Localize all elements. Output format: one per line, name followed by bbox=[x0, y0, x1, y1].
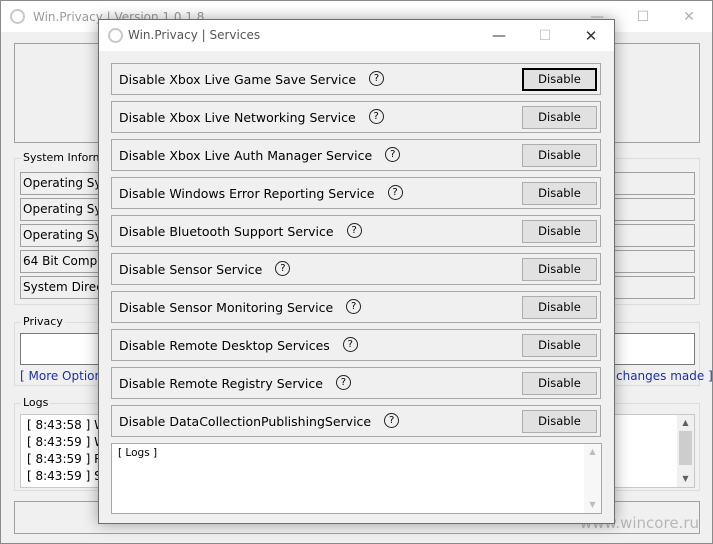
service-label: Disable Remote Desktop Services bbox=[119, 338, 330, 353]
service-row-bluetooth-support: Disable Bluetooth Support Service? Disab… bbox=[111, 215, 601, 247]
services-window-controls: — ☐ ✕ bbox=[476, 20, 614, 51]
disable-xbox-game-save-button[interactable]: Disable bbox=[522, 68, 597, 91]
disable-xbox-auth-manager-button[interactable]: Disable bbox=[522, 144, 597, 167]
disable-sensor-monitoring-button[interactable]: Disable bbox=[522, 296, 597, 319]
services-dialog: Win.Privacy | Services — ☐ ✕ Disable Xbo… bbox=[98, 19, 615, 524]
service-label: Disable Bluetooth Support Service bbox=[119, 224, 334, 239]
scroll-up-arrow-icon[interactable]: ▲ bbox=[584, 444, 601, 460]
changes-made-link[interactable]: changes made ] bbox=[616, 369, 713, 383]
service-row-sensor: Disable Sensor Service? Disable bbox=[111, 253, 601, 285]
scroll-thumb[interactable] bbox=[679, 431, 692, 465]
disable-xbox-networking-button[interactable]: Disable bbox=[522, 106, 597, 129]
service-row-windows-error-reporting: Disable Windows Error Reporting Service?… bbox=[111, 177, 601, 209]
service-label: Disable Xbox Live Networking Service bbox=[119, 110, 356, 125]
main-close-button[interactable]: ✕ bbox=[666, 1, 712, 32]
service-label: Disable Sensor Monitoring Service bbox=[119, 300, 334, 315]
disable-remote-registry-button[interactable]: Disable bbox=[522, 372, 597, 395]
service-label: Disable Xbox Live Game Save Service bbox=[119, 72, 357, 87]
disable-windows-error-reporting-button[interactable]: Disable bbox=[522, 182, 597, 205]
help-icon[interactable]: ? bbox=[342, 337, 358, 352]
help-icon[interactable]: ? bbox=[335, 375, 351, 390]
services-close-button[interactable]: ✕ bbox=[568, 20, 614, 51]
log-line: [ 8:43:59 ] S bbox=[27, 469, 102, 483]
service-row-sensor-monitoring: Disable Sensor Monitoring Service? Disab… bbox=[111, 291, 601, 323]
service-row-data-collection-publishing: Disable DataCollectionPublishingService?… bbox=[111, 405, 601, 437]
services-logs-text: [ Logs ] bbox=[118, 447, 158, 459]
main-logs-label: Logs bbox=[21, 396, 51, 409]
service-label: Disable DataCollectionPublishingService bbox=[119, 414, 372, 429]
service-label: Disable Sensor Service bbox=[119, 262, 263, 277]
help-icon[interactable]: ? bbox=[387, 185, 403, 200]
service-label: Disable Xbox Live Auth Manager Service bbox=[119, 148, 373, 163]
services-logs-scrollbar[interactable]: ▲ ▼ bbox=[584, 444, 601, 513]
app-gear-icon bbox=[10, 9, 25, 24]
scroll-down-arrow-icon[interactable]: ▼ bbox=[677, 471, 694, 487]
help-icon[interactable]: ? bbox=[369, 71, 385, 86]
service-label: Disable Windows Error Reporting Service bbox=[119, 186, 375, 201]
services-maximize-button[interactable]: ☐ bbox=[522, 20, 568, 51]
service-row-xbox-game-save: Disable Xbox Live Game Save Service? Dis… bbox=[111, 63, 601, 95]
scroll-down-arrow-icon[interactable]: ▼ bbox=[584, 497, 601, 513]
main-maximize-button[interactable]: ☐ bbox=[620, 1, 666, 32]
services-titlebar[interactable]: Win.Privacy | Services — ☐ ✕ bbox=[99, 20, 614, 51]
log-line: [ 8:43:59 ] R bbox=[27, 452, 103, 466]
disable-remote-desktop-button[interactable]: Disable bbox=[522, 334, 597, 357]
services-minimize-button[interactable]: — bbox=[476, 20, 522, 51]
services-logs-box[interactable]: [ Logs ] ▲ ▼ bbox=[111, 443, 602, 514]
help-icon[interactable]: ? bbox=[346, 299, 362, 314]
help-icon[interactable]: ? bbox=[346, 223, 362, 238]
service-row-xbox-auth-manager: Disable Xbox Live Auth Manager Service? … bbox=[111, 139, 601, 171]
service-row-xbox-networking: Disable Xbox Live Networking Service? Di… bbox=[111, 101, 601, 133]
service-row-remote-registry: Disable Remote Registry Service? Disable bbox=[111, 367, 601, 399]
help-icon[interactable]: ? bbox=[385, 147, 401, 162]
service-label: Disable Remote Registry Service bbox=[119, 376, 323, 391]
help-icon[interactable]: ? bbox=[368, 109, 384, 124]
log-line: [ 8:43:59 ] W bbox=[27, 435, 106, 449]
disable-sensor-button[interactable]: Disable bbox=[522, 258, 597, 281]
disable-bluetooth-support-button[interactable]: Disable bbox=[522, 220, 597, 243]
disable-data-collection-publishing-button[interactable]: Disable bbox=[522, 410, 597, 433]
services-title: Win.Privacy | Services bbox=[128, 28, 261, 42]
services-gear-icon bbox=[108, 28, 123, 43]
main-logs-scrollbar[interactable]: ▲ ▼ bbox=[677, 415, 694, 487]
scroll-up-arrow-icon[interactable]: ▲ bbox=[677, 415, 694, 431]
help-icon[interactable]: ? bbox=[275, 261, 291, 276]
help-icon[interactable]: ? bbox=[384, 413, 400, 428]
privacy-label: Privacy bbox=[21, 315, 65, 328]
log-line: [ 8:43:58 ] W bbox=[27, 418, 106, 432]
service-row-remote-desktop: Disable Remote Desktop Services? Disable bbox=[111, 329, 601, 361]
